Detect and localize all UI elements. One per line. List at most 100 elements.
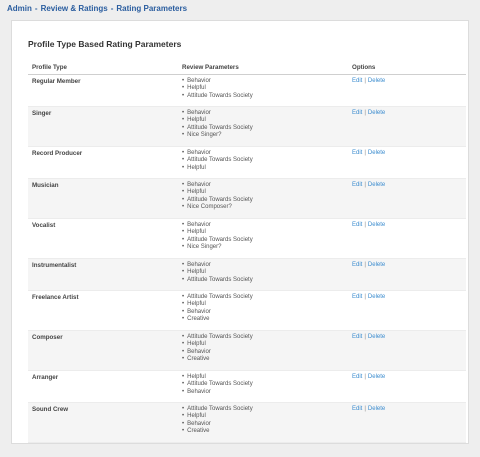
table-row: Sound CrewAttitude Towards SocietyHelpfu… [28,402,466,443]
profile-type-cell: Singer [28,106,178,147]
review-parameter-item: Behavior [182,421,344,429]
review-parameters-list: BehaviorHelpfulAttitude Towards SocietyN… [182,110,344,140]
review-parameters-cell: BehaviorAttitude Towards SocietyHelpful [178,146,348,179]
edit-link[interactable]: Edit [352,374,362,380]
delete-link[interactable]: Delete [368,110,385,116]
review-parameters-cell: Attitude Towards SocietyHelpfulBehaviorC… [178,290,348,331]
review-parameter-item: Helpful [182,85,344,93]
option-separator: | [364,181,366,188]
edit-link[interactable]: Edit [352,262,362,268]
review-parameter-item: Creative [182,356,344,364]
review-parameter-item: Attitude Towards Society [182,157,344,165]
review-parameter-item: Helpful [182,413,344,421]
edit-link[interactable]: Edit [352,78,362,84]
review-parameter-item: Helpful [182,374,344,382]
delete-link[interactable]: Delete [368,262,385,268]
breadcrumb-rating-parameters[interactable]: Rating Parameters [116,4,187,13]
table-body: Regular MemberBehaviorHelpfulAttitude To… [28,74,466,443]
review-parameter-item: Attitude Towards Society [182,125,344,133]
breadcrumb-separator: - [34,4,38,13]
profile-type-cell: Instrumentalist [28,258,178,291]
option-separator: | [364,149,366,156]
header-options: Options [348,62,466,75]
options-cell: Edit | Delete [348,106,466,147]
review-parameters-list: BehaviorHelpfulAttitude Towards Society [182,78,344,101]
review-parameter-item: Helpful [182,165,344,173]
breadcrumb-admin[interactable]: Admin [7,4,32,13]
options-cell: Edit | Delete [348,74,466,107]
review-parameter-item: Creative [182,428,344,436]
review-parameter-item: Behavior [182,110,344,118]
review-parameters-cell: HelpfulAttitude Towards SocietyBehavior [178,370,348,403]
review-parameter-item: Attitude Towards Society [182,294,344,302]
review-parameter-item: Behavior [182,389,344,397]
profile-type-cell: Record Producer [28,146,178,179]
edit-link[interactable]: Edit [352,222,362,228]
review-parameter-item: Attitude Towards Society [182,381,344,389]
review-parameter-item: Attitude Towards Society [182,277,344,285]
edit-link[interactable]: Edit [352,182,362,188]
review-parameter-item: Behavior [182,182,344,190]
review-parameters-list: Attitude Towards SocietyHelpfulBehaviorC… [182,334,344,364]
edit-link[interactable]: Edit [352,150,362,156]
options-cell: Edit | Delete [348,330,466,371]
edit-link[interactable]: Edit [352,334,362,340]
table-row: MusicianBehaviorHelpfulAttitude Towards … [28,178,466,219]
review-parameters-cell: Attitude Towards SocietyHelpfulBehaviorC… [178,330,348,371]
review-parameter-item: Behavior [182,150,344,158]
review-parameter-item: Helpful [182,269,344,277]
table-row: SingerBehaviorHelpfulAttitude Towards So… [28,106,466,147]
option-separator: | [364,405,366,412]
review-parameter-item: Nice Singer? [182,244,344,252]
table-row: VocalistBehaviorHelpfulAttitude Towards … [28,218,466,259]
review-parameters-list: BehaviorAttitude Towards SocietyHelpful [182,150,344,173]
delete-link[interactable]: Delete [368,150,385,156]
delete-link[interactable]: Delete [368,78,385,84]
review-parameter-item: Creative [182,316,344,324]
edit-link[interactable]: Edit [352,406,362,412]
review-parameter-item: Helpful [182,301,344,309]
review-parameter-item: Behavior [182,309,344,317]
profile-type-cell: Freelance Artist [28,290,178,331]
header-review-parameters: Review Parameters [178,62,348,75]
review-parameters-cell: BehaviorHelpfulAttitude Towards SocietyN… [178,218,348,259]
table-row: ArrangerHelpfulAttitude Towards SocietyB… [28,370,466,403]
review-parameter-item: Attitude Towards Society [182,197,344,205]
review-parameter-item: Behavior [182,78,344,86]
header-profile-type: Profile Type [28,62,178,75]
delete-link[interactable]: Delete [368,182,385,188]
panel-title: Profile Type Based Rating Parameters [28,39,182,49]
review-parameters-cell: BehaviorHelpfulAttitude Towards SocietyN… [178,178,348,219]
edit-link[interactable]: Edit [352,110,362,116]
options-cell: Edit | Delete [348,370,466,403]
review-parameter-item: Helpful [182,117,344,125]
profile-type-cell: Arranger [28,370,178,403]
rating-parameters-panel: Profile Type Based Rating Parameters Pro… [11,20,469,444]
review-parameters-list: Attitude Towards SocietyHelpfulBehaviorC… [182,406,344,436]
table-header-row: Profile Type Review Parameters Options [28,62,466,75]
options-cell: Edit | Delete [348,402,466,443]
options-cell: Edit | Delete [348,178,466,219]
option-separator: | [364,221,366,228]
profile-type-cell: Composer [28,330,178,371]
delete-link[interactable]: Delete [368,406,385,412]
review-parameter-item: Attitude Towards Society [182,93,344,101]
delete-link[interactable]: Delete [368,222,385,228]
delete-link[interactable]: Delete [368,294,385,300]
options-cell: Edit | Delete [348,258,466,291]
delete-link[interactable]: Delete [368,374,385,380]
option-separator: | [364,109,366,116]
delete-link[interactable]: Delete [368,334,385,340]
review-parameters-list: BehaviorHelpfulAttitude Towards Society [182,262,344,285]
review-parameter-item: Helpful [182,341,344,349]
review-parameters-cell: BehaviorHelpfulAttitude Towards Society [178,258,348,291]
profile-type-cell: Sound Crew [28,402,178,443]
review-parameter-item: Helpful [182,229,344,237]
breadcrumb: Admin - Review & Ratings - Rating Parameters [7,4,187,13]
review-parameter-item: Attitude Towards Society [182,406,344,414]
review-parameter-item: Nice Composer? [182,204,344,212]
edit-link[interactable]: Edit [352,294,362,300]
review-parameters-list: BehaviorHelpfulAttitude Towards SocietyN… [182,182,344,212]
table-row: Regular MemberBehaviorHelpfulAttitude To… [28,74,466,107]
breadcrumb-review-ratings[interactable]: Review & Ratings [41,4,108,13]
